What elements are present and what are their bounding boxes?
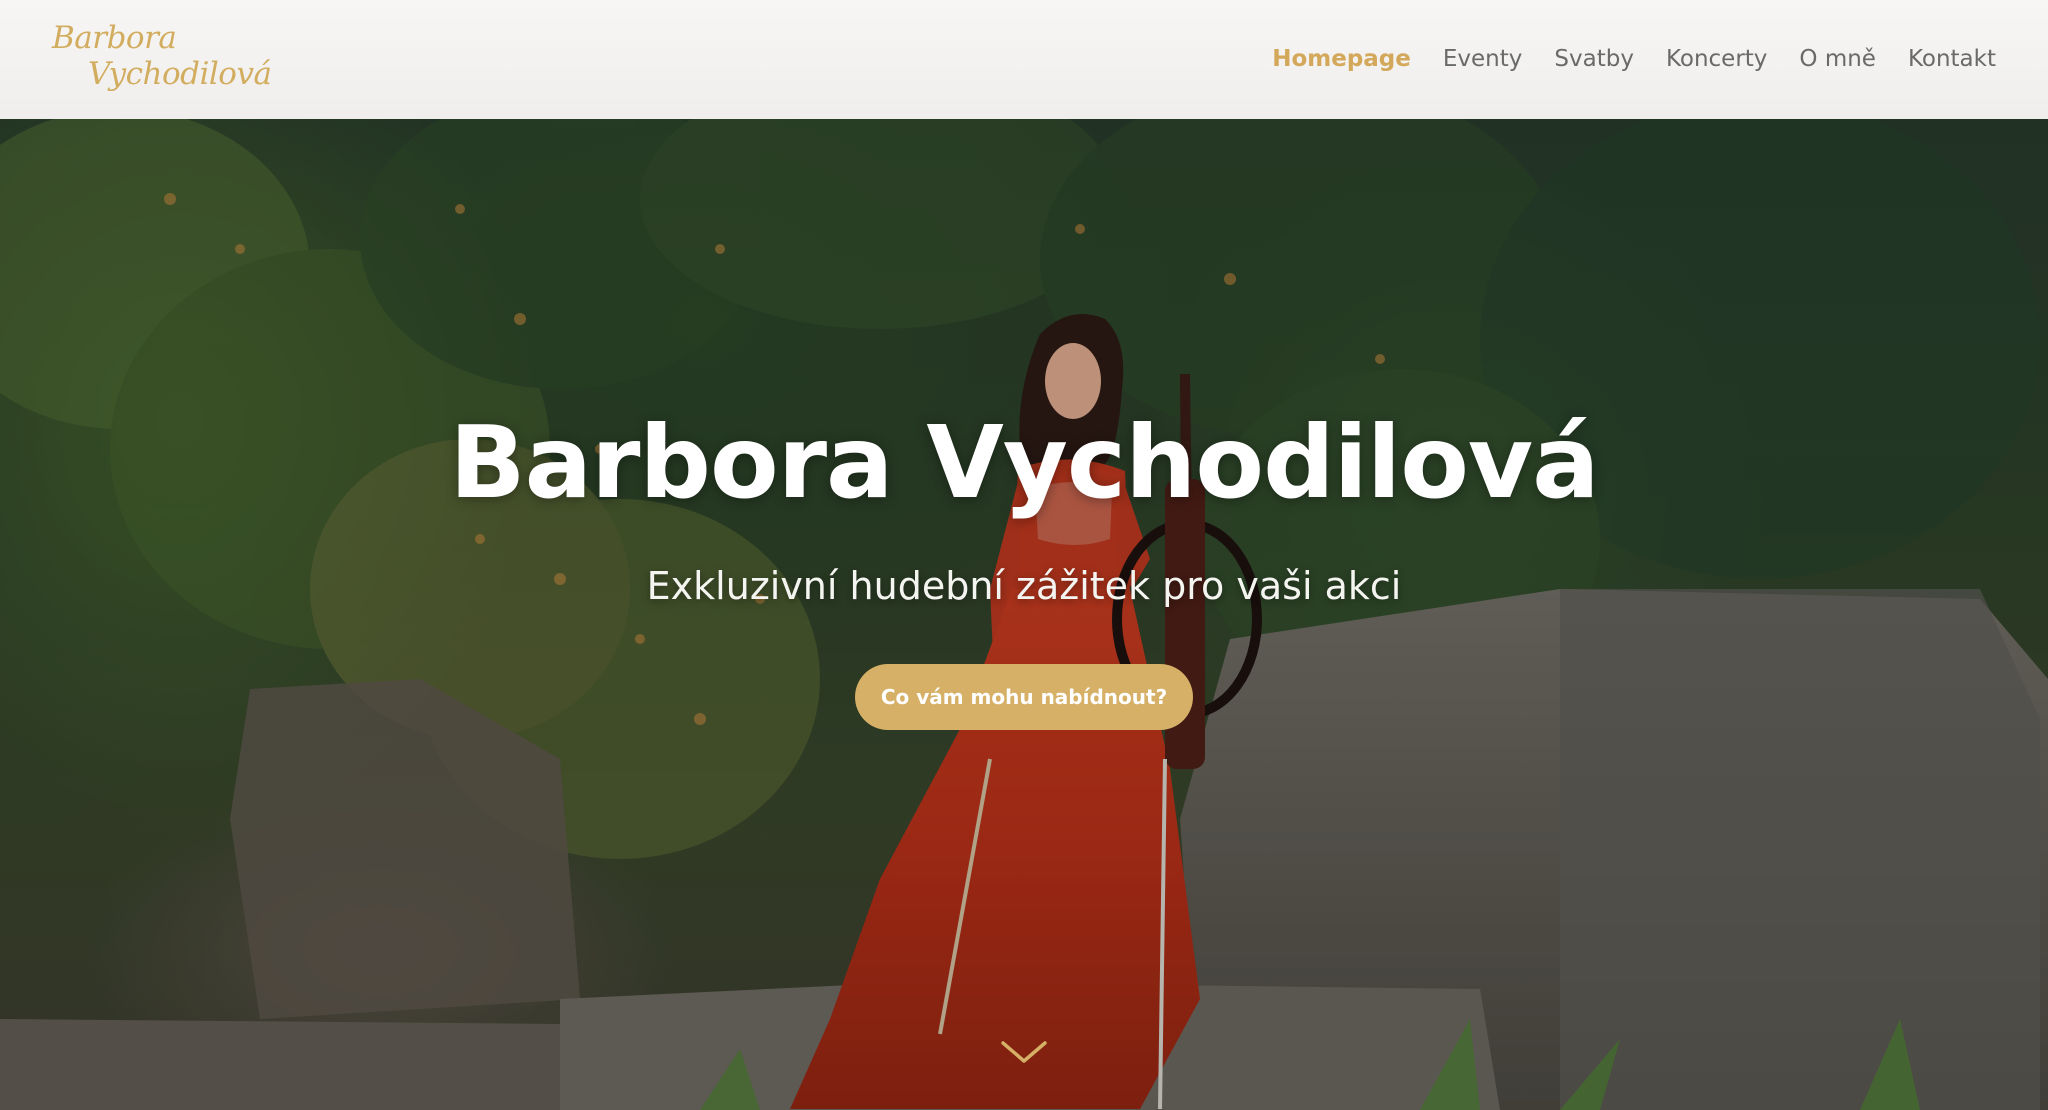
nav-homepage[interactable]: Homepage [1272, 38, 1411, 80]
hero-subtitle: Exkluzivní hudební zážitek pro vaši akci [646, 564, 1402, 608]
hero-overlay [0, 119, 2048, 1110]
site-header: Barbora Vychodilová Homepage Eventy Svat… [0, 0, 2048, 119]
nav-koncerty[interactable]: Koncerty [1666, 38, 1767, 80]
cta-button[interactable]: Co vám mohu nabídnout? [855, 664, 1193, 730]
main-nav: Homepage Eventy Svatby Koncerty O mně Ko… [1240, 38, 1996, 80]
nav-svatby[interactable]: Svatby [1554, 38, 1634, 80]
nav-o-mne[interactable]: O mně [1799, 38, 1876, 80]
hero-title: Barbora Vychodilová [449, 404, 1599, 521]
nav-eventy[interactable]: Eventy [1443, 38, 1523, 80]
hero-section: Barbora Vychodilová Exkluzivní hudební z… [0, 119, 2048, 1110]
nav-kontakt[interactable]: Kontakt [1908, 38, 1996, 80]
scroll-down-button[interactable] [999, 1037, 1049, 1067]
logo[interactable]: Barbora Vychodilová [50, 18, 272, 102]
chevron-down-icon [1001, 1041, 1047, 1063]
logo-line-1: Barbora [52, 20, 177, 56]
logo-line-2: Vychodilová [88, 56, 272, 92]
